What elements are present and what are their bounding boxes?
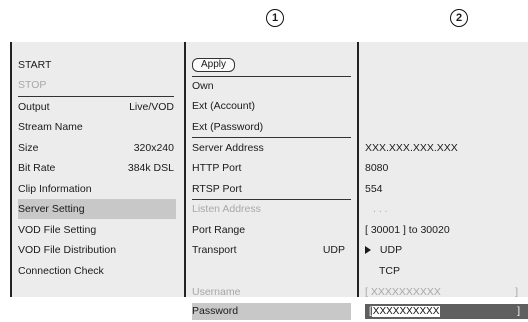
menu-item-value: 320x240 [133, 142, 174, 154]
server-address-text: XXX.XXX.XXX.XXX [365, 142, 458, 154]
http-port-text: 8080 [365, 162, 389, 174]
menu-item-stop[interactable]: STOP [12, 75, 184, 95]
menu-item-label: Clip Information [18, 183, 92, 195]
menu-item-label: Ext (Password) [192, 121, 264, 133]
menu-item-label: STOP [18, 79, 47, 91]
transport-option-udp[interactable]: UDP [359, 240, 528, 260]
menu-item-label: Server Address [192, 142, 264, 154]
menu-item-transport[interactable]: Transport UDP [186, 240, 357, 260]
menu-item-label: Size [18, 142, 39, 154]
menu-item-label: HTTP Port [192, 162, 242, 174]
menu-item-own[interactable]: Own [186, 76, 357, 96]
menu-item-server-setting[interactable]: Server Setting [18, 199, 176, 219]
menu-item-http-port[interactable]: HTTP Port [186, 158, 357, 178]
port-range-value[interactable]: [ 30001 ] to 30020 [359, 220, 528, 240]
menu-item-rtsp-port[interactable]: RTSP Port [186, 179, 357, 199]
menu-item-label: Server Setting [18, 203, 85, 215]
settings-values-panel: XXX.XXX.XXX.XXX 8080 554 . . . [ 30001 ]… [359, 42, 528, 319]
menu-item-value: Live/VOD [129, 101, 174, 113]
menu-item-vod-file-setting[interactable]: VOD File Setting [12, 220, 184, 240]
udp-label: UDP [379, 244, 403, 256]
password-field[interactable]: [XXXXXXXXXX ] [365, 304, 528, 319]
menu-item-ext-account[interactable]: Ext (Account) [186, 96, 357, 116]
menu-item-ext-password[interactable]: Ext (Password) [186, 117, 357, 137]
http-port-value[interactable]: 8080 [359, 158, 528, 178]
menu-item-size[interactable]: Size 320x240 [12, 138, 184, 158]
password-bracket-close: ] [517, 306, 520, 317]
listen-address-text: . . . [373, 203, 388, 215]
menu-item-clip-information[interactable]: Clip Information [12, 179, 184, 199]
menu-item-bit-rate[interactable]: Bit Rate 384k DSL [12, 158, 184, 178]
menu-item-label: Username [192, 286, 241, 298]
main-menu-panel: START STOP Output Live/VOD Stream Name S… [12, 42, 184, 297]
menu-item-label: RTSP Port [192, 183, 242, 195]
menu-item-label: Bit Rate [18, 162, 56, 174]
password-text: XXXXXXXXXX [371, 306, 441, 317]
menu-item-label: Port Range [192, 224, 246, 236]
menu-item-label: START [18, 59, 52, 71]
username-bracket: ] [515, 286, 518, 298]
server-address-value[interactable]: XXX.XXX.XXX.XXX [359, 138, 528, 158]
menu-item-value: 384k DSL [127, 162, 174, 174]
menu-item-label: Own [192, 80, 214, 92]
callout-1: 1 [266, 9, 284, 27]
menu-item-password[interactable]: Password [192, 303, 351, 320]
menu-item-listen-address[interactable]: Listen Address [186, 199, 357, 219]
menu-item-label: Transport [192, 244, 237, 256]
menu-item-output[interactable]: Output Live/VOD [12, 97, 184, 117]
menu-item-server-address[interactable]: Server Address [186, 138, 357, 158]
menu-item-label: Connection Check [18, 265, 104, 277]
menu-item-label: Password [192, 305, 239, 317]
menu-item-vod-file-distribution[interactable]: VOD File Distribution [12, 240, 184, 260]
port-range-text: [ 30001 ] to 30020 [365, 224, 450, 236]
server-setting-panel: Apply Own Ext (Account) Ext (Password) S… [186, 42, 357, 320]
username-field[interactable]: [ XXXXXXXXXX ] [359, 282, 528, 302]
menu-item-value: UDP [322, 244, 345, 256]
apply-button[interactable]: Apply [192, 58, 236, 72]
rtsp-port-text: 554 [365, 183, 383, 195]
listen-address-value[interactable]: . . . [367, 199, 528, 219]
menu-item-label: Stream Name [18, 121, 83, 133]
menu-item-label: VOD File Distribution [18, 244, 117, 256]
menu-item-label: Ext (Account) [192, 100, 256, 112]
menu-item-start[interactable]: START [12, 55, 184, 75]
rtsp-port-value[interactable]: 554 [359, 179, 528, 199]
tcp-label: TCP [379, 265, 400, 277]
transport-option-tcp[interactable]: TCP [373, 261, 528, 281]
menu-item-username[interactable]: Username [186, 282, 357, 302]
selected-arrow-icon [365, 246, 371, 254]
menu-item-label: Output [18, 101, 50, 113]
username-text: [ XXXXXXXXXX [365, 286, 441, 298]
menu-item-connection-check[interactable]: Connection Check [12, 261, 184, 281]
menu-item-label: Listen Address [192, 203, 261, 215]
menu-item-port-range[interactable]: Port Range [186, 220, 357, 240]
menu-item-stream-name[interactable]: Stream Name [12, 117, 184, 137]
menu-item-label: VOD File Setting [18, 224, 97, 236]
callout-2: 2 [450, 9, 468, 27]
